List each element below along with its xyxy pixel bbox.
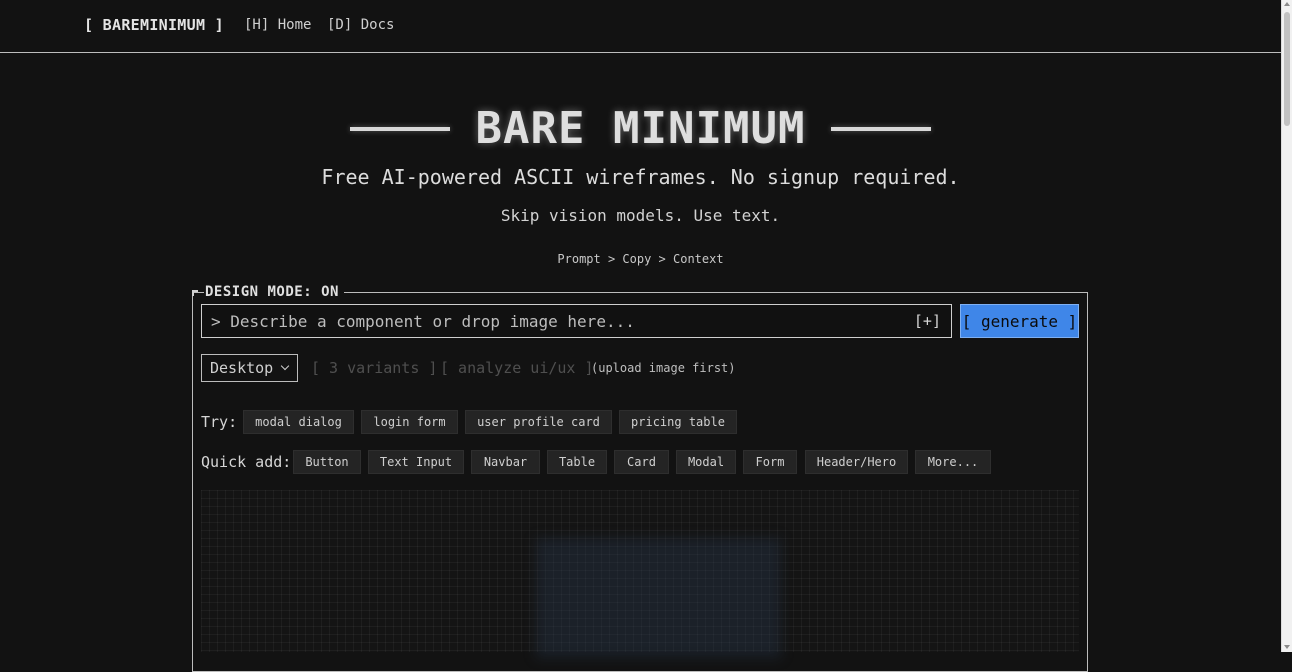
quick-add-chip[interactable]: Button [293,450,361,474]
top-nav: [ BAREMINIMUM ] [H] Home [D] Docs [0,0,1281,53]
generate-button[interactable]: [ generate ] [960,304,1079,338]
panel-corner [192,290,198,296]
hero-heading: BARE MINIMUM [0,103,1281,154]
try-chip[interactable]: modal dialog [243,410,354,434]
workflow-steps: Prompt > Copy > Context [557,252,724,266]
nav-link-docs[interactable]: [D] Docs [327,17,394,33]
nav-link-home[interactable]: [H] Home [244,17,311,33]
device-select-value: Desktop [210,359,274,377]
quick-add-chip[interactable]: Navbar [471,450,540,474]
scroll-up-icon[interactable] [1284,2,1290,6]
attach-image-button[interactable]: [+] [914,312,941,330]
quick-add-chip[interactable]: Table [547,450,607,474]
chevron-down-icon [280,361,290,371]
try-chip[interactable]: user profile card [465,410,612,434]
hero-subline: Skip vision models. Use text. [500,206,781,225]
prompt-input[interactable] [202,310,914,332]
prompt-field: [+] [201,304,952,338]
variants-button[interactable]: [ 3 variants ] [311,359,437,377]
hero-rule-right [831,127,932,131]
quick-add-chip[interactable]: Form [743,450,797,474]
hero-tagline: Free AI-powered ASCII wireframes. No sig… [321,165,960,189]
try-chip[interactable]: pricing table [619,410,737,434]
analyze-ui-button[interactable]: [ analyze ui/ux ] [440,359,594,377]
try-chip[interactable]: login form [361,410,458,434]
quick-add-chip[interactable]: Text Input [368,450,464,474]
page-scrollbar[interactable] [1281,0,1292,652]
hero-title: BARE MINIMUM [475,103,806,154]
scroll-down-icon[interactable] [1284,645,1290,649]
wireframe-canvas[interactable] [201,490,1079,658]
brand-logo[interactable]: [ BAREMINIMUM ] [84,16,224,34]
scrollbar-thumb[interactable] [1284,12,1290,126]
try-label: Try: [201,413,238,431]
design-mode-label: DESIGN MODE: ON [204,284,344,300]
device-select[interactable]: Desktop [201,354,298,382]
hero-rule-left [349,127,450,131]
quick-add-chip[interactable]: Modal [676,450,736,474]
quick-add-label: Quick add: [201,453,292,471]
quick-add-chip[interactable]: More... [915,450,991,474]
upload-hint: (upload image first) [591,361,736,375]
loading-preview [536,538,781,658]
quick-add-chip[interactable]: Header/Hero [805,450,908,474]
quick-add-chip[interactable]: Card [614,450,669,474]
